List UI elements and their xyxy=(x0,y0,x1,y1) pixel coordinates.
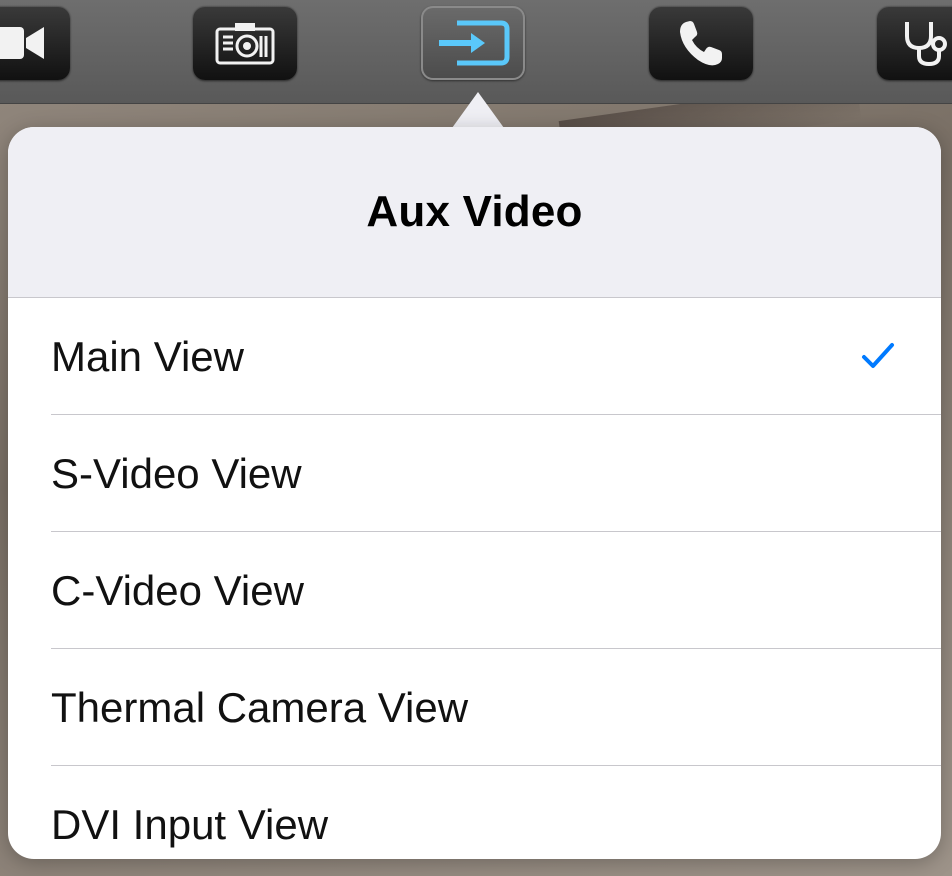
option-main-view[interactable]: Main View xyxy=(8,298,941,415)
stethoscope-button[interactable] xyxy=(877,6,952,80)
camera-icon xyxy=(213,19,277,67)
option-label: Main View xyxy=(51,332,244,380)
checkmark-icon xyxy=(862,342,894,368)
aux-video-popover: Aux Video Main View S-Video View C-Video… xyxy=(8,127,941,859)
video-camera-icon xyxy=(0,21,48,65)
input-source-icon xyxy=(433,17,513,69)
option-dvi-input-view[interactable]: DVI Input View xyxy=(8,766,941,859)
top-toolbar xyxy=(0,0,952,104)
option-label: C-Video View xyxy=(51,566,304,614)
popover-title: Aux Video xyxy=(366,187,583,236)
option-c-video-view[interactable]: C-Video View xyxy=(8,532,941,649)
phone-icon xyxy=(674,16,728,70)
stethoscope-icon xyxy=(899,16,952,70)
option-label: DVI Input View xyxy=(51,800,329,848)
snapshot-button[interactable] xyxy=(193,6,297,80)
option-s-video-view[interactable]: S-Video View xyxy=(8,415,941,532)
video-camera-button[interactable] xyxy=(0,6,70,80)
view-options-list: Main View S-Video View C-Video View Ther… xyxy=(8,298,941,859)
option-label: Thermal Camera View xyxy=(51,683,469,731)
call-button[interactable] xyxy=(649,6,753,80)
popover-arrow xyxy=(452,92,504,128)
option-label: S-Video View xyxy=(51,449,302,497)
option-thermal-camera-view[interactable]: Thermal Camera View xyxy=(8,649,941,766)
aux-video-button[interactable] xyxy=(421,6,525,80)
popover-header: Aux Video xyxy=(8,127,941,298)
